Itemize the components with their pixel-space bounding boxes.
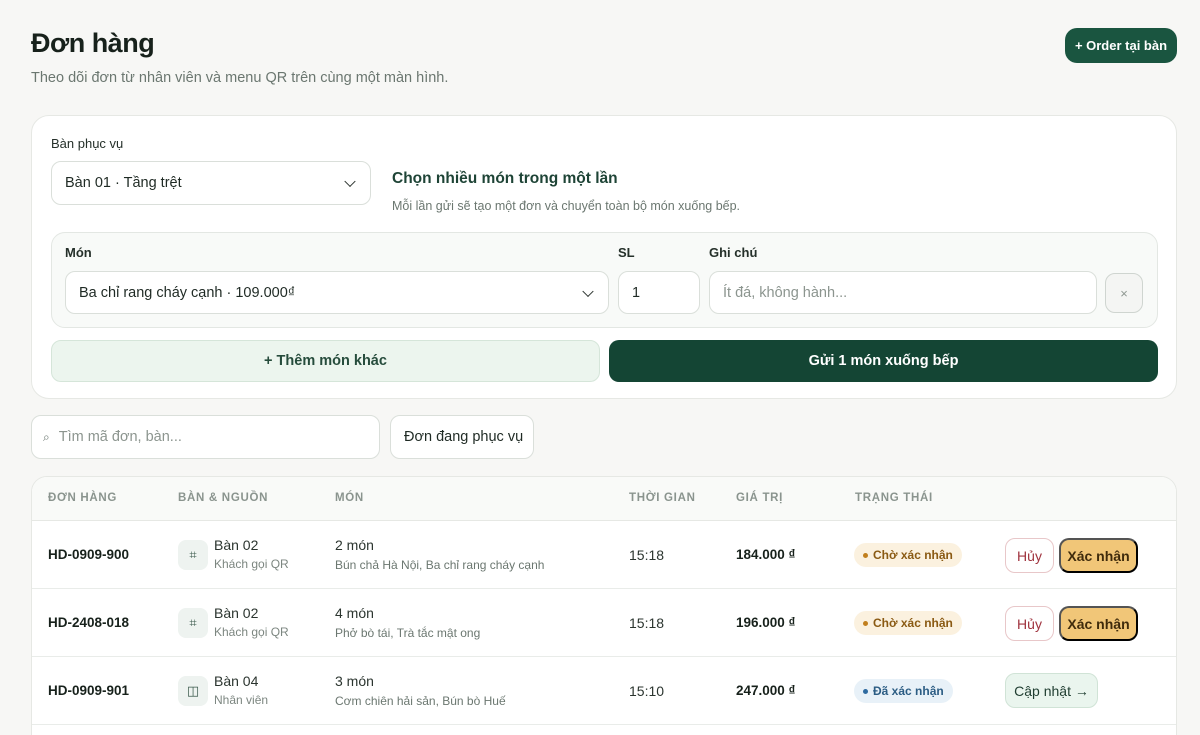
update-button[interactable]: Cập nhật →: [1005, 673, 1098, 708]
note-input[interactable]: Ít đá, không hành...: [709, 271, 1097, 314]
close-icon: ×: [1120, 285, 1128, 301]
remove-item-button[interactable]: ×: [1105, 273, 1143, 313]
table-row[interactable]: HD-0909-900 ⌗ Bàn 02 Khách gọi QR 2 món …: [32, 521, 1176, 589]
chevron-down-icon: [582, 285, 594, 297]
send-to-kitchen-button[interactable]: Gửi 1 món xuống bếp: [609, 340, 1158, 382]
order-value: 247.000 ₫: [736, 683, 796, 698]
header-value: GIÁ TRỊ: [736, 492, 784, 504]
info-description: Mỗi lần gửi sẽ tạo một đơn và chuyển toà…: [392, 199, 741, 213]
qr-icon: ⌗: [178, 540, 208, 570]
order-value: 196.000 ₫: [736, 615, 796, 630]
table-name: Bàn 02: [214, 605, 259, 621]
search-icon: ⌕: [43, 429, 50, 444]
header-order: ĐƠN HÀNG: [48, 492, 118, 504]
dish-names: Phở bò tái, Trà tắc mật ong: [335, 626, 481, 640]
cancel-button[interactable]: Hủy: [1005, 538, 1054, 573]
table-name: Bàn 04: [214, 673, 259, 689]
status-badge: Chờ xác nhận: [854, 611, 962, 635]
chevron-down-icon: [344, 175, 356, 188]
order-time: 15:18: [629, 547, 665, 563]
info-title: Chọn nhiều món trong một lần: [392, 170, 618, 187]
quantity-label: SL: [618, 245, 635, 260]
order-code[interactable]: HD-0909-900: [48, 547, 129, 562]
status-dot: [863, 688, 868, 694]
status-text: Chờ xác nhận: [873, 616, 953, 630]
order-code[interactable]: HD-2408-018: [48, 615, 129, 630]
add-dish-button[interactable]: + Thêm món khác: [51, 340, 600, 382]
status-filter-value: Đơn đang phục vụ: [404, 429, 524, 445]
order-code[interactable]: HD-0909-901: [48, 683, 129, 698]
search-input[interactable]: ⌕ Tìm mã đơn, bàn...: [31, 415, 380, 459]
table-header: ĐƠN HÀNG BÀN & NGUỒN MÓN THỜI GIAN GIÁ T…: [32, 477, 1176, 521]
table-row[interactable]: HD-0909-901 ◫ Bàn 04 Nhân viên 3 món Cơm…: [32, 657, 1176, 725]
confirm-button[interactable]: Xác nhận: [1059, 538, 1138, 573]
qr-icon: ⌗: [178, 608, 208, 638]
order-source: Nhân viên: [214, 693, 269, 707]
order-source: Khách gọi QR: [214, 625, 289, 639]
status-text: Đã xác nhận: [873, 684, 944, 698]
status-text: Chờ xác nhận: [873, 548, 953, 562]
header-dishes: MÓN: [335, 492, 364, 504]
dish-label: Món: [65, 245, 92, 260]
staff-icon: ◫: [178, 676, 208, 706]
table-select[interactable]: Bàn 01 · Tầng trệt: [51, 161, 371, 205]
note-placeholder: Ít đá, không hành...: [723, 284, 848, 301]
order-form-card: Bàn phục vụ Bàn 01 · Tầng trệt Chọn nhiề…: [31, 115, 1177, 399]
cancel-button[interactable]: Hủy: [1005, 606, 1054, 641]
header-time: THỜI GIAN: [629, 492, 696, 504]
header-table-source: BÀN & NGUỒN: [178, 492, 269, 504]
order-at-table-button[interactable]: + Order tại bàn: [1065, 28, 1177, 63]
order-item-row: Món Ba chỉ rang cháy cạnh · 109.000₫ SL …: [51, 232, 1158, 328]
quantity-value: 1: [632, 284, 641, 301]
table-label: Bàn phục vụ: [51, 136, 124, 151]
table-row[interactable]: HD-2408-018 ⌗ Bàn 02 Khách gọi QR 4 món …: [32, 589, 1176, 657]
header-status: TRẠNG THÁI: [855, 492, 933, 504]
dish-select-value: Ba chỉ rang cháy cạnh · 109.000₫: [79, 284, 296, 301]
page-title: Đơn hàng: [31, 28, 155, 58]
status-dot: [863, 552, 868, 558]
table-select-value: Bàn 01 · Tầng trệt: [65, 175, 182, 191]
dish-count: 4 món: [335, 605, 374, 621]
dish-count: 2 món: [335, 537, 374, 553]
dish-count: 3 món: [335, 673, 374, 689]
search-placeholder: Tìm mã đơn, bàn...: [58, 429, 182, 445]
dish-select[interactable]: Ba chỉ rang cháy cạnh · 109.000₫: [65, 271, 609, 314]
order-value: 184.000 ₫: [736, 547, 796, 562]
status-filter-select[interactable]: Đơn đang phục vụ: [390, 415, 534, 459]
table-name: Bàn 02: [214, 537, 259, 553]
order-source: Khách gọi QR: [214, 557, 289, 571]
order-time: 15:10: [629, 683, 665, 699]
dish-names: Cơm chiên hải sản, Bún bò Huế: [335, 694, 506, 708]
order-time: 15:18: [629, 615, 665, 631]
dish-names: Bún chả Hà Nội, Ba chỉ rang cháy cạnh: [335, 558, 545, 572]
orders-table: ĐƠN HÀNG BÀN & NGUỒN MÓN THỜI GIAN GIÁ T…: [31, 476, 1177, 735]
page-subtitle: Theo dõi đơn từ nhân viên và menu QR trê…: [31, 70, 449, 86]
confirm-button[interactable]: Xác nhận: [1059, 606, 1138, 641]
status-dot: [863, 620, 868, 626]
status-badge: Đã xác nhận: [854, 679, 953, 703]
status-badge: Chờ xác nhận: [854, 543, 962, 567]
note-label: Ghi chú: [709, 245, 758, 260]
quantity-input[interactable]: 1: [618, 271, 700, 314]
